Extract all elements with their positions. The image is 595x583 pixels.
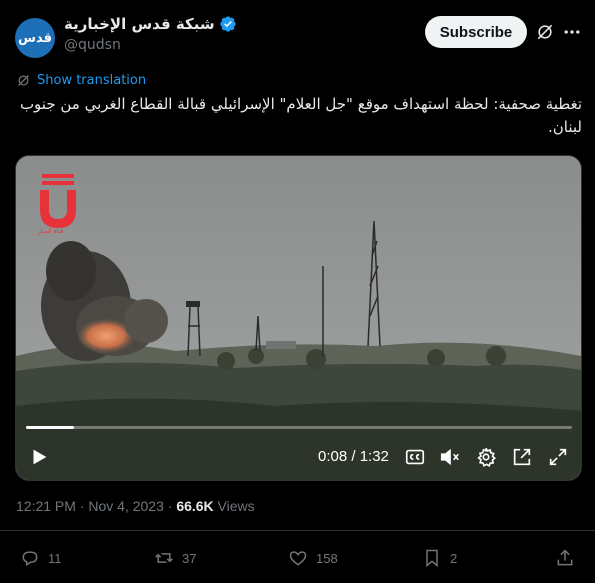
- author-handle[interactable]: @qudsn: [64, 37, 121, 53]
- like-count: 158: [316, 550, 338, 566]
- reply-icon: [22, 551, 38, 566]
- video-time: 0:08 / 1:32: [318, 448, 389, 465]
- tweet-timestamp[interactable]: 12:21 PM · Nov 4, 2023 ·: [16, 498, 176, 514]
- settings-gear-icon[interactable]: [475, 446, 497, 468]
- author-name-row: شبكة قدس الإخبارية: [64, 15, 237, 33]
- views-label: Views: [213, 498, 255, 514]
- heart-icon: [289, 551, 307, 566]
- tweet-text: تغطية صحفية: لحظة استهداف موقع "جل العلا…: [19, 95, 582, 136]
- show-translation-label: Show translation: [37, 73, 147, 88]
- repost-count: 37: [182, 550, 197, 566]
- more-options-icon[interactable]: [562, 22, 582, 42]
- bookmark-button[interactable]: 2: [422, 548, 457, 568]
- video-frame: [16, 156, 581, 480]
- tweet-meta: 12:21 PM · Nov 4, 2023 · 66.6K Views: [16, 498, 255, 514]
- show-translation-link[interactable]: Show translation: [16, 73, 146, 88]
- translate-icon: [18, 75, 29, 86]
- avatar-label: قدس: [18, 30, 52, 46]
- author-display-name[interactable]: شبكة قدس الإخبارية: [64, 15, 215, 33]
- pop-out-icon[interactable]: [511, 446, 533, 468]
- verified-badge-icon: [219, 16, 236, 32]
- mute-icon[interactable]: [439, 446, 461, 468]
- share-button[interactable]: [555, 548, 575, 568]
- views-count: 66.6K: [176, 498, 214, 514]
- repost-button[interactable]: 37: [154, 548, 196, 568]
- play-icon[interactable]: [28, 446, 50, 468]
- fullscreen-icon[interactable]: [547, 446, 569, 468]
- repost-icon: [155, 553, 173, 563]
- grok-icon[interactable]: [535, 22, 555, 42]
- reply-button[interactable]: 11: [20, 548, 62, 568]
- video-progress-fill: [26, 426, 74, 429]
- video-player[interactable]: قناة المنار 0:08 / 1:32: [15, 155, 582, 481]
- divider: [0, 530, 595, 531]
- reply-count: 11: [48, 550, 62, 566]
- channel-watermark-text: قناة المنار: [38, 228, 64, 235]
- like-button[interactable]: 158: [288, 548, 338, 568]
- subscribe-button[interactable]: Subscribe: [425, 16, 527, 48]
- bookmark-count: 2: [450, 550, 458, 566]
- captions-icon[interactable]: [404, 446, 426, 468]
- bookmark-icon: [426, 549, 438, 568]
- video-progress-bar[interactable]: [26, 426, 572, 429]
- avatar[interactable]: قدس: [15, 18, 55, 58]
- share-icon: [557, 549, 573, 566]
- channel-logo-icon: [40, 174, 76, 228]
